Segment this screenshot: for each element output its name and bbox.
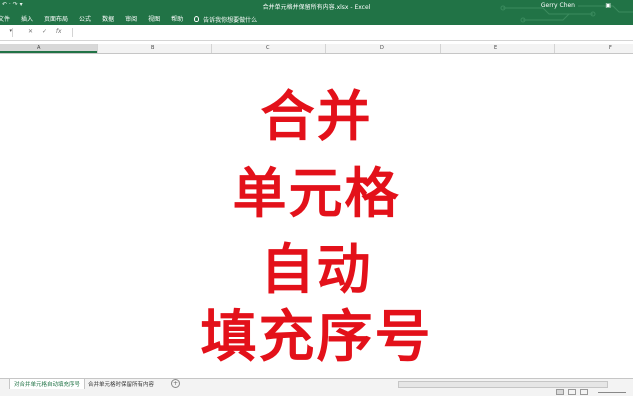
column-headers: A B C D E F: [0, 44, 633, 54]
menu-page-layout[interactable]: 页面布局: [44, 14, 68, 24]
user-name[interactable]: Gerry Chen: [541, 2, 575, 9]
normal-view-icon[interactable]: [556, 389, 564, 395]
column-divider[interactable]: [211, 44, 212, 53]
menu-help[interactable]: 帮助: [171, 14, 183, 24]
overlay-title-line-4: 填充序号: [200, 305, 433, 370]
cancel-icon[interactable]: ✕: [28, 28, 33, 35]
status-bar: [0, 389, 633, 396]
selected-column-highlight: [0, 44, 97, 53]
menu-insert[interactable]: 插入: [21, 14, 33, 24]
formula-bar: ▾ ✕ ✓ fx: [0, 26, 633, 41]
menu-file[interactable]: 文件: [0, 14, 10, 24]
formula-buttons: ✕ ✓ fx: [28, 28, 69, 35]
add-sheet-icon[interactable]: +: [171, 379, 180, 388]
zoom-slider[interactable]: [598, 392, 626, 393]
column-divider[interactable]: [325, 44, 326, 53]
sheet-tab[interactable]: 合并单元格时保留所有内容: [88, 380, 154, 388]
sheet-tabs-bar: 对合并单元格自动填充序号 合并单元格时保留所有内容 +: [0, 378, 633, 391]
column-header-c[interactable]: C: [266, 45, 270, 51]
column-header-a[interactable]: A: [37, 45, 40, 51]
column-divider[interactable]: [440, 44, 441, 53]
menu-view[interactable]: 视图: [148, 14, 160, 24]
overlay-title-line-2: 单元格: [232, 162, 401, 225]
tell-me-box[interactable]: 告诉我你想要做什么: [194, 14, 257, 24]
tell-me-text: 告诉我你想要做什么: [203, 16, 258, 24]
name-box[interactable]: ▾: [0, 28, 13, 37]
ribbon-display-options-icon[interactable]: ▣: [605, 2, 611, 9]
column-header-f[interactable]: F: [609, 45, 612, 51]
page-layout-view-icon[interactable]: [568, 389, 576, 395]
page-break-view-icon[interactable]: [580, 389, 588, 395]
formula-input[interactable]: [72, 28, 633, 37]
fx-icon[interactable]: fx: [56, 28, 62, 35]
menu-review[interactable]: 审阅: [125, 14, 137, 24]
column-header-d[interactable]: D: [380, 45, 384, 51]
column-divider[interactable]: [97, 44, 98, 53]
menu-data[interactable]: 数据: [102, 14, 114, 24]
column-header-b[interactable]: B: [151, 45, 154, 51]
overlay-title-line-1: 合并: [260, 85, 373, 148]
ribbon-menu: 文件 插入 页面布局 公式 数据 审阅 视图 帮助 告诉我你想要做什么: [0, 14, 268, 24]
column-divider[interactable]: [554, 44, 555, 53]
lightbulb-icon: [194, 16, 200, 22]
horizontal-scrollbar[interactable]: [398, 381, 608, 388]
menu-formulas[interactable]: 公式: [79, 14, 91, 24]
column-header-e[interactable]: E: [494, 45, 497, 51]
window-title: 合并单元格并保留所有内容.xlsx - Excel: [262, 4, 371, 11]
enter-icon[interactable]: ✓: [42, 28, 47, 35]
title-ribbon: ↶ · ↷ ▾ 合并单元格并保留所有内容.xlsx - Excel Gerry …: [0, 0, 633, 25]
